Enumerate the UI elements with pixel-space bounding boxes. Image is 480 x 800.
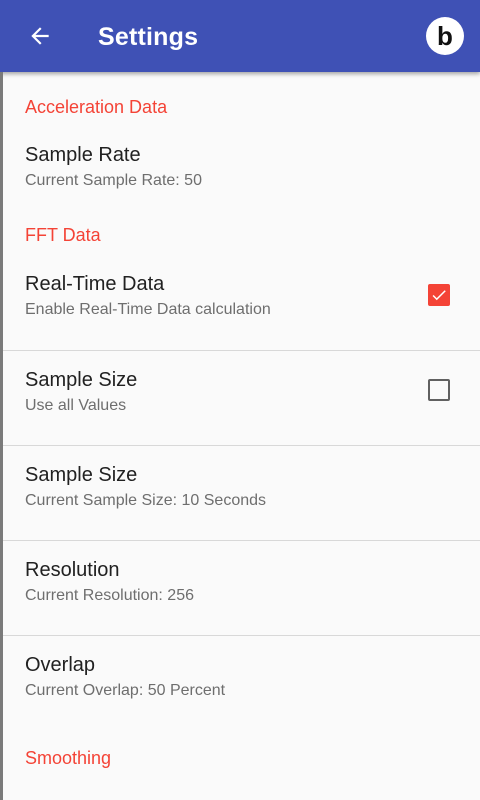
sample-size-checkbox[interactable]	[428, 379, 450, 401]
pref-title: Overlap	[25, 654, 96, 676]
pref-real-time-data[interactable]: Real-Time Data Enable Real-Time Data cal…	[0, 264, 480, 351]
settings-screen: Settings b Acceleration Data Sample Rate…	[0, 0, 480, 800]
pref-overlap[interactable]: Overlap Current Overlap: 50 Percent	[0, 636, 480, 731]
pref-title: Sample Rate	[25, 144, 141, 166]
pref-title: Sample Size	[25, 369, 138, 391]
category-smoothing: Smoothing	[25, 748, 112, 768]
pref-summary: Use all Values	[25, 397, 127, 414]
pref-sample-rate[interactable]: Sample Rate Current Sample Rate: 50	[0, 135, 480, 220]
avatar[interactable]: b	[426, 17, 464, 55]
page-title: Settings	[98, 23, 199, 51]
category-acceleration-data: Acceleration Data	[25, 97, 168, 117]
check-icon	[432, 290, 446, 301]
pref-summary: Current Overlap: 50 Percent	[25, 682, 226, 699]
pref-resolution[interactable]: Resolution Current Resolution: 256	[0, 541, 480, 636]
pref-sample-size-all-values[interactable]: Sample Size Use all Values	[0, 351, 480, 446]
pref-title: Real-Time Data	[25, 273, 165, 295]
pref-summary: Current Resolution: 256	[25, 587, 194, 604]
preference-list[interactable]: Acceleration Data Sample Rate Current Sa…	[0, 72, 480, 800]
pref-summary: Current Sample Rate: 50	[25, 172, 202, 189]
pref-title: Resolution	[25, 559, 120, 581]
app-bar: Settings b	[0, 0, 480, 72]
pref-summary: Enable Real-Time Data calculation	[25, 301, 271, 318]
real-time-data-checkbox[interactable]	[428, 284, 450, 306]
pref-title: Sample Size	[25, 464, 138, 486]
category-fft-data: FFT Data	[25, 225, 101, 245]
back-button[interactable]	[16, 14, 64, 58]
pref-sample-size[interactable]: Sample Size Current Sample Size: 10 Seco…	[0, 446, 480, 541]
window-edge	[0, 72, 3, 800]
arrow-back-icon	[31, 27, 49, 45]
pref-summary: Current Sample Size: 10 Seconds	[25, 492, 267, 509]
